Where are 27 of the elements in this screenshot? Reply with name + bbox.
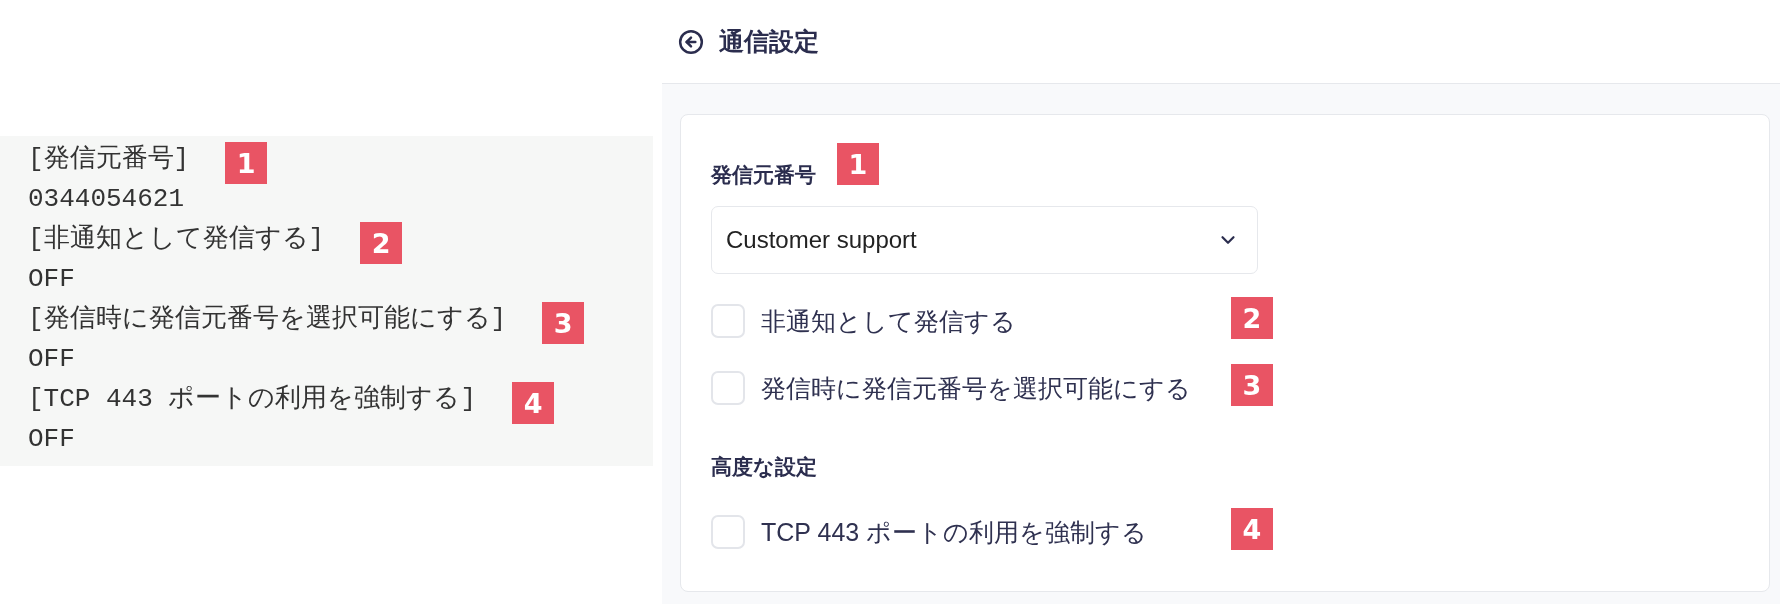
checkbox-label: 発信時に発信元番号を選択可能にする (761, 373, 1191, 404)
code-line: OFF (28, 263, 75, 296)
checkbox[interactable] (711, 304, 745, 338)
checkbox[interactable] (711, 515, 745, 549)
code-line: 0344054621 (28, 183, 185, 216)
code-line: [非通知として発信する] (28, 223, 325, 256)
code-line: [TCP 443 ポートの利用を強制する] (28, 383, 477, 416)
code-line: OFF (28, 343, 75, 376)
field-label: 発信元番号 (711, 162, 816, 188)
annotation-badge: 3 (542, 302, 585, 344)
back-icon[interactable] (678, 28, 704, 55)
checkbox-label: TCP 443 ポートの利用を強制する (761, 517, 1148, 548)
annotation-badge: 4 (1231, 508, 1273, 550)
code-line: [発信元番号] (28, 143, 190, 176)
annotation-badge: 4 (512, 382, 555, 424)
annotation-badge: 3 (1231, 364, 1273, 406)
checkbox[interactable] (711, 371, 745, 405)
caller-number-select[interactable]: Customer support (711, 206, 1258, 274)
annotation-badge: 1 (225, 142, 268, 184)
annotation-badge: 2 (1231, 297, 1273, 339)
annotation-badge: 2 (360, 222, 403, 264)
code-line: OFF (28, 423, 75, 456)
page-title: 通信設定 (719, 29, 819, 54)
code-line: [発信時に発信元番号を選択可能にする] (28, 303, 507, 336)
section-heading: 高度な設定 (711, 454, 817, 481)
annotation-badge: 1 (837, 143, 879, 185)
checkbox-label: 非通知として発信する (761, 306, 1016, 337)
